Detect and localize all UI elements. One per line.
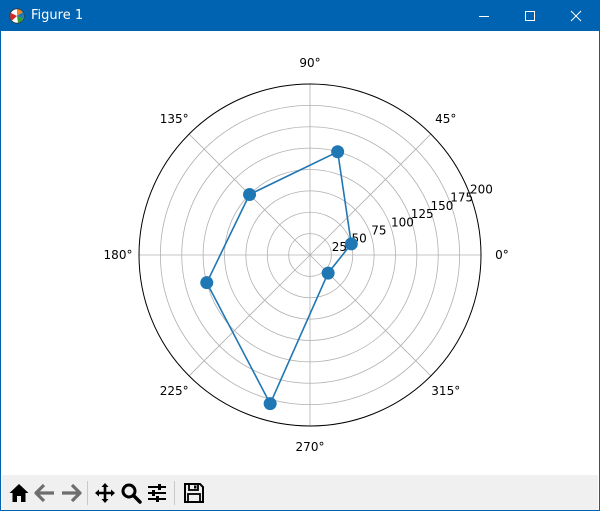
angle-tick-label: 225° xyxy=(160,384,189,398)
forward-button[interactable] xyxy=(59,481,83,505)
close-icon xyxy=(570,10,582,22)
angular-gridline xyxy=(188,254,311,377)
angle-tick-label: 135° xyxy=(160,112,189,126)
home-button[interactable] xyxy=(7,481,31,505)
save-button[interactable] xyxy=(182,481,206,505)
data-point-marker xyxy=(263,397,277,411)
back-button[interactable] xyxy=(33,481,57,505)
toolbar-separator xyxy=(87,481,88,505)
minimize-icon xyxy=(479,16,489,17)
angle-tick-label: 315° xyxy=(431,384,460,398)
zoom-icon xyxy=(121,483,142,504)
pan-button[interactable] xyxy=(93,481,117,505)
maximize-button[interactable] xyxy=(507,1,553,31)
plot-area[interactable]: 0° 45° 90° 135° 180° 225° 270° 315° 25 50 75 100 125… xyxy=(2,32,598,475)
data-point-marker xyxy=(344,237,358,251)
close-button[interactable] xyxy=(553,1,599,31)
data-point-marker xyxy=(243,188,257,202)
radial-tick-label: 200 xyxy=(470,183,493,197)
back-icon xyxy=(34,483,54,503)
radial-tick-label: 75 xyxy=(371,223,386,237)
angle-tick-label: 0° xyxy=(495,248,509,262)
polar-chart[interactable]: 0°45°90°135°180°225°270°315°255075100125… xyxy=(2,32,598,475)
forward-icon xyxy=(62,483,82,503)
pan-icon xyxy=(95,483,115,503)
navigation-toolbar xyxy=(2,475,598,510)
configure-subplots-button[interactable] xyxy=(145,481,169,505)
figure-window: Figure 1 0° 45° 90° 135° 180° 225° 270° 315° 25 5… xyxy=(0,0,600,511)
angle-tick-label: 270° xyxy=(296,440,325,454)
angle-tick-label: 180° xyxy=(104,248,133,262)
minimize-button[interactable] xyxy=(461,1,507,31)
home-icon xyxy=(9,484,29,502)
data-point-marker xyxy=(331,145,345,159)
window-title: Figure 1 xyxy=(31,8,84,23)
angle-tick-label: 90° xyxy=(299,56,320,70)
matplotlib-logo-icon xyxy=(9,8,25,24)
save-icon xyxy=(184,483,204,503)
data-point-marker xyxy=(200,276,214,290)
configure-subplots-icon xyxy=(148,484,166,502)
angle-tick-label: 45° xyxy=(435,112,456,126)
data-point-marker xyxy=(321,266,335,280)
title-bar[interactable]: Figure 1 xyxy=(1,1,599,31)
maximize-icon xyxy=(525,11,535,21)
zoom-button[interactable] xyxy=(119,481,143,505)
toolbar-separator xyxy=(174,481,175,505)
